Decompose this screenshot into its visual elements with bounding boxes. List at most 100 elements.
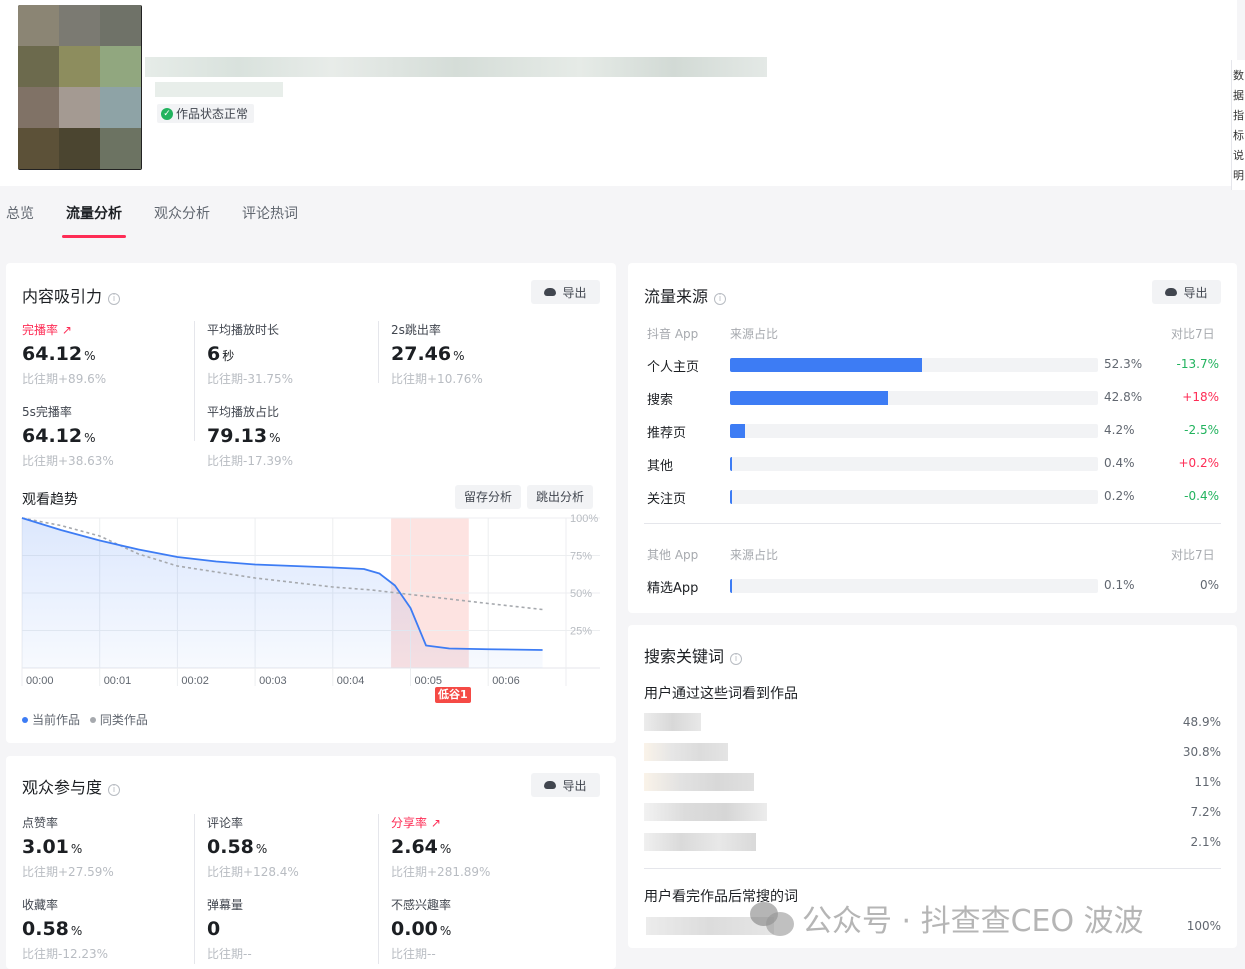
watermark-text: 公众号 · 抖查查CEO 波波 bbox=[802, 904, 1144, 939]
bounce-analysis-button[interactable]: 跳出分析 bbox=[527, 485, 594, 509]
export-button[interactable]: 导出 bbox=[1152, 280, 1221, 304]
keyword-pct: 2.1% bbox=[1190, 835, 1222, 849]
metric-value: 27.46% bbox=[391, 343, 465, 365]
source-pct: 0.4% bbox=[1104, 456, 1135, 470]
source-bar-fill bbox=[730, 490, 732, 504]
info-icon[interactable]: i bbox=[714, 293, 727, 305]
cloud-download-icon bbox=[544, 288, 557, 296]
video-thumbnail[interactable] bbox=[18, 5, 142, 170]
metric-compare: 比往期+89.6% bbox=[22, 372, 107, 386]
keywords-subtitle: 用户通过这些词看到作品 bbox=[644, 686, 798, 702]
metric-label: 平均播放时长 bbox=[207, 323, 280, 337]
metric-label: 完播率 ↗ bbox=[22, 323, 72, 337]
column-header: 其他 App bbox=[647, 548, 699, 562]
source-bar bbox=[730, 424, 1098, 438]
traffic-source-card: 流量来源 i 导出 抖音 App 来源占比 对比7日 个人主页 52.3% -13.7… bbox=[628, 263, 1237, 613]
metric-compare: 比往期-31.75% bbox=[207, 372, 294, 386]
export-button[interactable]: 导出 bbox=[531, 280, 600, 304]
source-pct: 0.2% bbox=[1104, 489, 1135, 503]
divider bbox=[644, 868, 1221, 869]
source-change: 0% bbox=[1199, 578, 1219, 592]
metric-compare: 比往期-12.23% bbox=[22, 947, 109, 961]
side-char: 数 bbox=[1233, 69, 1244, 82]
metric-value: 0 bbox=[207, 918, 221, 940]
metric-compare: 比往期+281.89% bbox=[391, 865, 491, 879]
source-change: +18% bbox=[1182, 390, 1219, 404]
video-title-blurred bbox=[145, 57, 767, 77]
metric-label: 2s跳出率 bbox=[391, 323, 441, 337]
metric-value: 2.64% bbox=[391, 836, 452, 858]
y-tick-label: 75% bbox=[570, 551, 592, 563]
x-tick-label: 00:01 bbox=[104, 675, 132, 687]
source-change: -0.4% bbox=[1184, 489, 1219, 503]
metric-label: 点赞率 bbox=[22, 816, 59, 830]
analysis-tabs: 总览 流量分析 观众分析 评论热词 bbox=[0, 190, 640, 238]
metric-label: 收藏率 bbox=[22, 898, 59, 912]
trend-title: 观看趋势 bbox=[22, 492, 78, 508]
legend-item: 同类作品 bbox=[89, 713, 148, 727]
wechat-icon bbox=[750, 900, 794, 936]
legend-dot bbox=[22, 717, 28, 723]
side-char: 说 bbox=[1233, 149, 1244, 162]
x-tick-label: 00:04 bbox=[337, 675, 365, 687]
export-button[interactable]: 导出 bbox=[531, 773, 600, 797]
source-name: 关注页 bbox=[647, 492, 687, 507]
card-title: 内容吸引力 i bbox=[22, 283, 121, 307]
tab-comment-keywords[interactable]: 评论热词 bbox=[242, 203, 298, 223]
side-char: 指 bbox=[1233, 109, 1244, 122]
info-icon[interactable]: i bbox=[108, 293, 121, 305]
column-header: 来源占比 bbox=[730, 327, 779, 341]
source-bar bbox=[730, 490, 1098, 504]
keyword-pct: 7.2% bbox=[1190, 805, 1222, 819]
metric-label: 平均播放占比 bbox=[207, 405, 280, 419]
source-name: 其他 bbox=[647, 459, 674, 474]
source-name: 搜索 bbox=[647, 393, 674, 408]
metric-label: 不感兴趣率 bbox=[391, 898, 452, 912]
column-header: 抖音 App bbox=[647, 327, 699, 341]
column-header: 对比7日 bbox=[1171, 327, 1215, 341]
status-text: 作品状态正常 bbox=[176, 107, 249, 121]
source-name: 个人主页 bbox=[647, 360, 700, 375]
metric-compare: 比往期+10.76% bbox=[391, 372, 483, 386]
cloud-download-icon bbox=[1165, 288, 1178, 296]
source-bar bbox=[730, 579, 1098, 593]
metrics-explanation-tab[interactable]: 数 据 指 标 说 明 bbox=[1231, 60, 1245, 190]
card-title: 流量来源 i bbox=[644, 283, 727, 307]
metric-value: 0.58% bbox=[22, 918, 83, 940]
tab-traffic-analysis[interactable]: 流量分析 bbox=[66, 203, 122, 223]
source-change: -13.7% bbox=[1176, 357, 1219, 371]
low-valley-badge[interactable]: 低谷1 bbox=[435, 687, 471, 703]
metric-compare: 比往期+27.59% bbox=[22, 865, 114, 879]
source-pct: 42.8% bbox=[1104, 390, 1143, 404]
divider bbox=[644, 523, 1221, 524]
info-icon[interactable]: i bbox=[730, 653, 743, 665]
retention-analysis-button[interactable]: 留存分析 bbox=[455, 485, 522, 509]
video-header: ✓ 作品状态正常 bbox=[0, 0, 1237, 186]
metric-compare: 比往期+128.4% bbox=[207, 865, 299, 879]
y-tick-label: 50% bbox=[570, 588, 592, 600]
divider bbox=[378, 814, 379, 964]
engagement-card: 观众参与度 i 导出 点赞率 3.01% 比往期+27.59% 评论率 0.58%… bbox=[6, 756, 616, 969]
keyword-blurred bbox=[644, 803, 767, 821]
source-bar bbox=[730, 391, 1098, 405]
source-bar-fill bbox=[730, 358, 923, 372]
watermark: 公众号 · 抖查查CEO 波波 bbox=[750, 896, 1144, 940]
check-circle-icon: ✓ bbox=[161, 107, 173, 120]
metric-value: 6秒 bbox=[207, 343, 235, 365]
active-tab-indicator bbox=[62, 235, 126, 238]
metric-compare: 比往期-- bbox=[391, 947, 436, 961]
source-bar-fill bbox=[730, 457, 732, 471]
chart-legend: 当前作品 同类作品 bbox=[22, 711, 148, 728]
tab-overview[interactable]: 总览 bbox=[6, 203, 34, 223]
tab-audience-analysis[interactable]: 观众分析 bbox=[154, 203, 210, 223]
info-icon[interactable]: i bbox=[108, 784, 121, 796]
keyword-blurred bbox=[644, 773, 754, 791]
metric-compare: 比往期-- bbox=[207, 947, 252, 961]
keyword-pct: 48.9% bbox=[1182, 715, 1221, 729]
cloud-download-icon bbox=[544, 781, 557, 789]
x-tick-label: 00:06 bbox=[492, 675, 520, 687]
source-pct: 52.3% bbox=[1104, 357, 1143, 371]
x-tick-label: 00:03 bbox=[259, 675, 287, 687]
card-title: 观众参与度 i bbox=[22, 774, 121, 798]
keyword-blurred bbox=[644, 713, 701, 731]
